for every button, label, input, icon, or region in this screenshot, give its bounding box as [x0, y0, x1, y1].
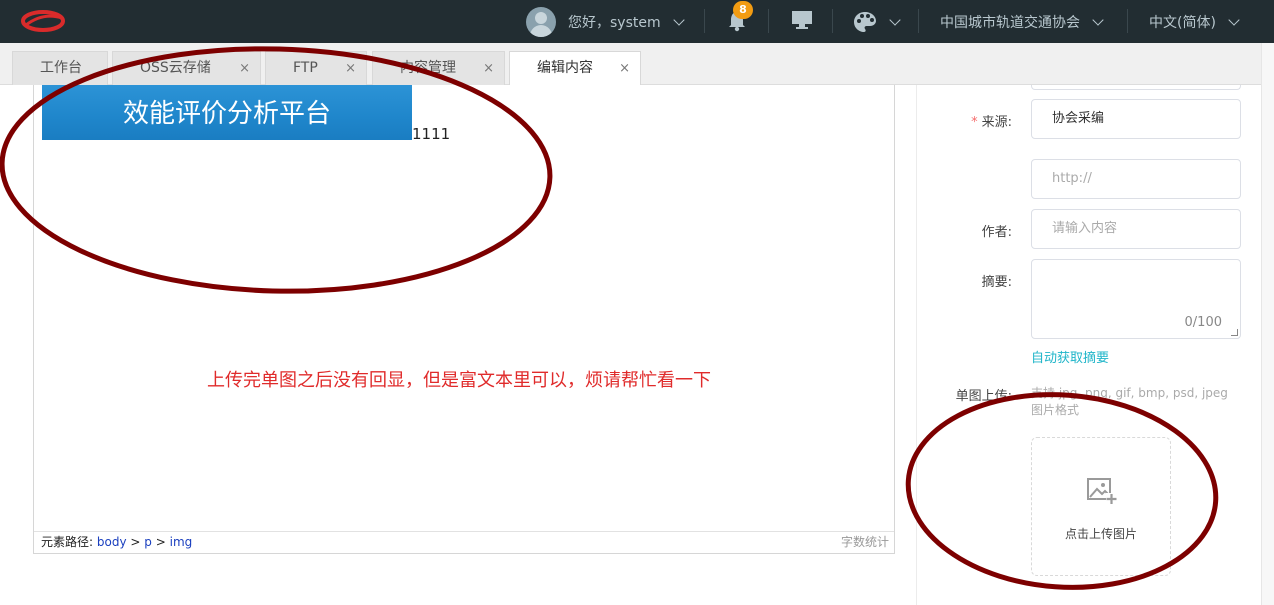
user-greeting: 您好，system: [568, 14, 661, 31]
upload-caption: 点击上传图片: [1064, 527, 1137, 541]
source-label: * 来源:: [971, 115, 1012, 130]
chevron-down-icon: [889, 13, 901, 26]
logo-icon[interactable]: [20, 8, 66, 34]
image-title: 效能评价分析平台: [122, 99, 331, 129]
summary-textarea[interactable]: 0/100: [1031, 259, 1241, 339]
previous-field-edge: [1031, 85, 1241, 90]
auto-summary-link[interactable]: 自动获取摘要: [1031, 347, 1109, 366]
source-input[interactable]: 协会采编: [1031, 99, 1241, 139]
editor-statusbar: 元素路径: body > p > img 字数统计: [34, 531, 894, 553]
palette-icon: [854, 11, 876, 32]
divider: [832, 9, 833, 33]
theme-menu[interactable]: [853, 0, 901, 43]
divider: [918, 9, 919, 33]
author-input[interactable]: 请输入内容: [1031, 209, 1241, 249]
tab-oss-storage[interactable]: OSS云存储 ×: [112, 51, 261, 85]
avatar: [526, 6, 556, 37]
single-image-label: 单图上传:: [955, 389, 1012, 404]
monitor-icon[interactable]: [791, 10, 813, 30]
element-path: 元素路径: body > p > img: [41, 535, 193, 549]
tab-workbench[interactable]: 工作台: [12, 51, 108, 85]
image-upload-area[interactable]: 点击上传图片: [1031, 437, 1171, 576]
notification-badge: 8: [733, 1, 753, 19]
chevron-down-icon: [1092, 13, 1104, 26]
close-icon[interactable]: ×: [619, 52, 630, 85]
resize-handle-icon[interactable]: [1231, 329, 1238, 336]
divider: [768, 9, 769, 33]
path-img[interactable]: img: [170, 535, 193, 549]
divider: [1127, 9, 1128, 33]
image-format-hint: 支持 jpg, png, gif, bmp, psd, jpeg 图片格式: [1031, 386, 1228, 417]
path-p[interactable]: p: [144, 535, 152, 549]
url-input[interactable]: http://: [1031, 159, 1241, 199]
close-icon[interactable]: ×: [239, 52, 250, 85]
language-label: 中文(简体): [1149, 14, 1216, 31]
inserted-image[interactable]: 效能评价分析平台: [42, 85, 412, 140]
summary-label: 摘要:: [981, 275, 1012, 290]
image-add-icon: [1087, 478, 1117, 504]
organization-menu[interactable]: 中国城市轨道交通协会: [940, 0, 1104, 43]
close-icon[interactable]: ×: [345, 52, 356, 85]
word-count[interactable]: 字数统计: [841, 532, 889, 553]
editor-text: 1111: [412, 125, 451, 143]
path-body[interactable]: body: [97, 535, 127, 549]
top-navbar: 您好，system 8 中国城市轨道交通协会 中文(简体): [0, 0, 1274, 43]
language-menu[interactable]: 中文(简体): [1149, 0, 1240, 43]
author-label: 作者:: [981, 225, 1012, 240]
tab-edit-content[interactable]: 编辑内容 ×: [509, 51, 641, 86]
divider: [704, 9, 705, 33]
tab-ftp[interactable]: FTP ×: [265, 51, 367, 85]
close-icon[interactable]: ×: [483, 52, 494, 85]
chevron-down-icon: [672, 13, 685, 26]
tab-content-management[interactable]: 内容管理 ×: [372, 51, 505, 85]
organization-name: 中国城市轨道交通协会: [940, 14, 1080, 31]
annotation-note: 上传完单图之后没有回显，但是富文本里可以，烦请帮忙看一下: [207, 370, 711, 391]
rich-text-editor[interactable]: 效能评价分析平台 1111 元素路径: body > p > img 字数统计: [33, 85, 895, 554]
chevron-down-icon: [1228, 13, 1240, 26]
tab-bar: 工作台 OSS云存储 × FTP × 内容管理 × 编辑内容 ×: [0, 43, 1274, 86]
summary-char-count: 0/100: [1184, 315, 1222, 330]
scrollbar[interactable]: [1261, 43, 1274, 605]
user-menu[interactable]: 您好，system: [526, 0, 685, 43]
